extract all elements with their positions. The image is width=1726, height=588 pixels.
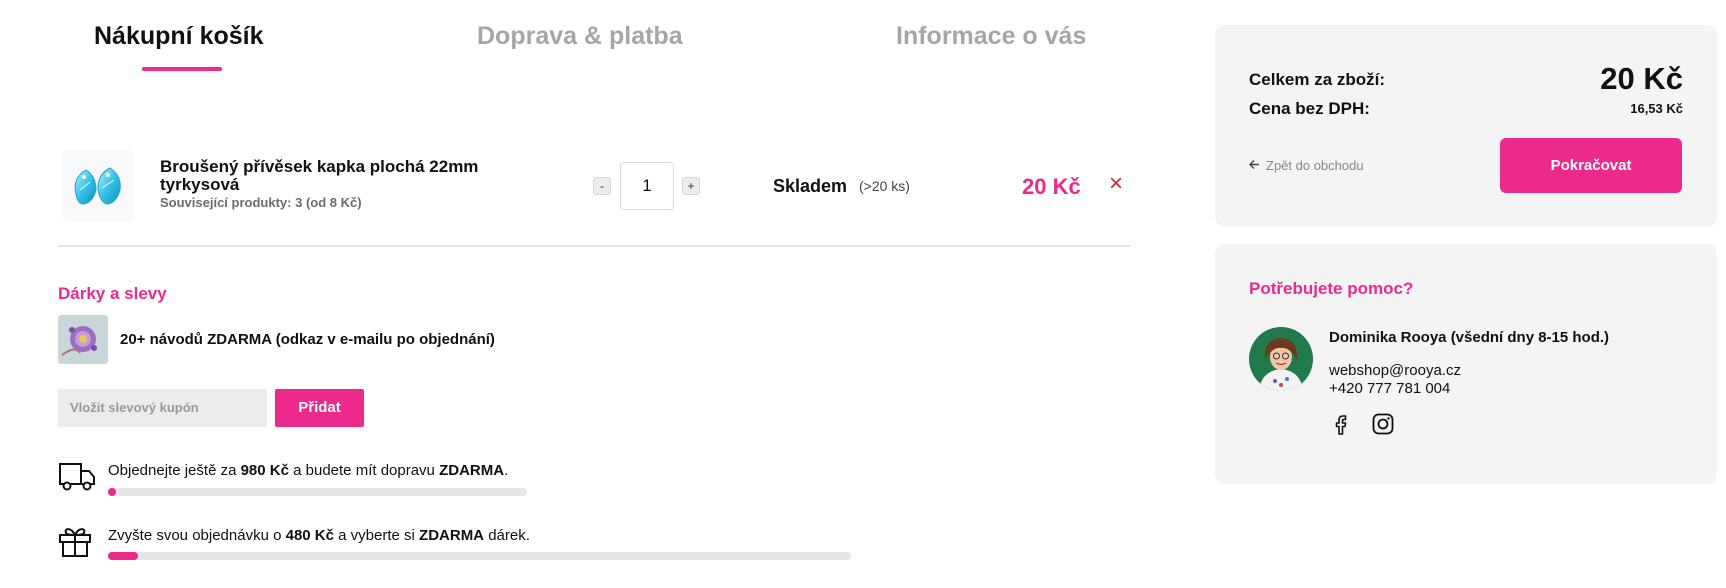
truck-icon bbox=[59, 463, 95, 491]
avatar bbox=[1249, 327, 1313, 391]
active-step-indicator bbox=[142, 67, 222, 71]
shipping-pre: Objednejte ještě za bbox=[108, 462, 241, 479]
back-to-shop-label: Zpět do obchodu bbox=[1266, 158, 1364, 173]
item-price: 20 Kč bbox=[1022, 174, 1081, 199]
product-thumbnail[interactable] bbox=[62, 150, 134, 222]
order-summary-card: Celkem za zboží: 20 Kč Cena bez DPH: 16,… bbox=[1215, 25, 1717, 227]
gift-offer-text: 20+ návodů ZDARMA (odkaz v e-mailu po ob… bbox=[120, 331, 495, 348]
shipping-mid: a budete mít dopravu bbox=[288, 462, 440, 479]
related-prefix: Související produkty: bbox=[160, 195, 296, 210]
total-value: 20 Kč bbox=[1600, 61, 1683, 96]
back-to-shop-link[interactable]: Zpět do obchodu bbox=[1249, 158, 1364, 173]
close-icon: × bbox=[1109, 170, 1124, 197]
net-price-label: Cena bez DPH: bbox=[1249, 99, 1370, 118]
help-title: Potřebujete pomoc? bbox=[1249, 279, 1414, 298]
gift-amount: 480 Kč bbox=[285, 527, 334, 544]
shipping-post: . bbox=[504, 462, 509, 479]
quantity-input[interactable]: 1 bbox=[620, 162, 674, 210]
free-gift-text: Zvyšte svou objednávku o 480 Kč a vybert… bbox=[108, 527, 530, 544]
free-shipping-progress-fill bbox=[108, 488, 117, 496]
gift-mid: a vyberte si bbox=[333, 527, 420, 544]
stock-count: (>20 ks) bbox=[859, 178, 910, 194]
continue-button[interactable]: Pokračovat bbox=[1500, 138, 1682, 193]
remove-item-button[interactable]: × bbox=[1109, 172, 1123, 196]
quantity-increase-button[interactable]: + bbox=[682, 177, 700, 195]
gift-pre: Zvyšte svou objednávku o bbox=[108, 527, 286, 544]
support-person-photo bbox=[1249, 327, 1313, 391]
quantity-decrease-button[interactable]: - bbox=[593, 177, 611, 195]
support-phone[interactable]: +420 777 781 004 bbox=[1329, 380, 1450, 397]
gift-free: ZDARMA bbox=[419, 527, 485, 544]
shipping-amount: 980 Kč bbox=[240, 462, 289, 479]
free-shipping-text: Objednejte ještě za 980 Kč a budete mít … bbox=[108, 462, 508, 479]
related-products[interactable]: Související produkty: 3 (od 8 Kč) bbox=[160, 195, 362, 210]
step-shipping-payment[interactable]: Doprava & platba bbox=[477, 22, 683, 51]
free-shipping-progress bbox=[108, 488, 527, 496]
cart-divider bbox=[58, 245, 1130, 247]
facebook-link[interactable] bbox=[1329, 412, 1353, 436]
shipping-free: ZDARMA bbox=[439, 462, 505, 479]
jewelry-gift-image bbox=[58, 315, 108, 364]
facebook-icon bbox=[1335, 415, 1347, 435]
arrow-left-icon bbox=[1249, 158, 1260, 173]
step-customer-info[interactable]: Informace o vás bbox=[896, 22, 1086, 51]
related-suffix: (od 8 Kč) bbox=[302, 195, 362, 210]
total-label: Celkem za zboží: bbox=[1249, 70, 1386, 89]
coupon-input[interactable]: Vložit slevový kupón bbox=[58, 389, 267, 427]
gift-post: dárek. bbox=[484, 527, 530, 544]
net-price-value: 16,53 Kč bbox=[1630, 101, 1683, 116]
turquoise-drop-pendant-image bbox=[74, 167, 121, 205]
support-contact-name: Dominika Rooya (všední dny 8-15 hod.) bbox=[1329, 329, 1610, 346]
help-card: Potřebujete pomoc? Dominika Rooya (všedn… bbox=[1215, 244, 1717, 484]
instagram-link[interactable] bbox=[1371, 412, 1395, 436]
stock-status: Skladem bbox=[773, 176, 848, 196]
gifts-section-title: Dárky a slevy bbox=[58, 284, 167, 303]
free-gift-progress-fill bbox=[108, 552, 138, 560]
free-gift-progress bbox=[108, 552, 851, 560]
support-email[interactable]: webshop@rooya.cz bbox=[1329, 362, 1461, 379]
step-cart[interactable]: Nákupní košík bbox=[94, 22, 264, 51]
instagram-icon bbox=[1372, 413, 1394, 435]
gift-thumbnail bbox=[58, 315, 108, 364]
gift-icon bbox=[59, 528, 91, 557]
add-coupon-button[interactable]: Přidat bbox=[275, 389, 364, 427]
product-name[interactable]: Broušený přívěsek kapka plochá 22mm tyrk… bbox=[160, 158, 520, 194]
